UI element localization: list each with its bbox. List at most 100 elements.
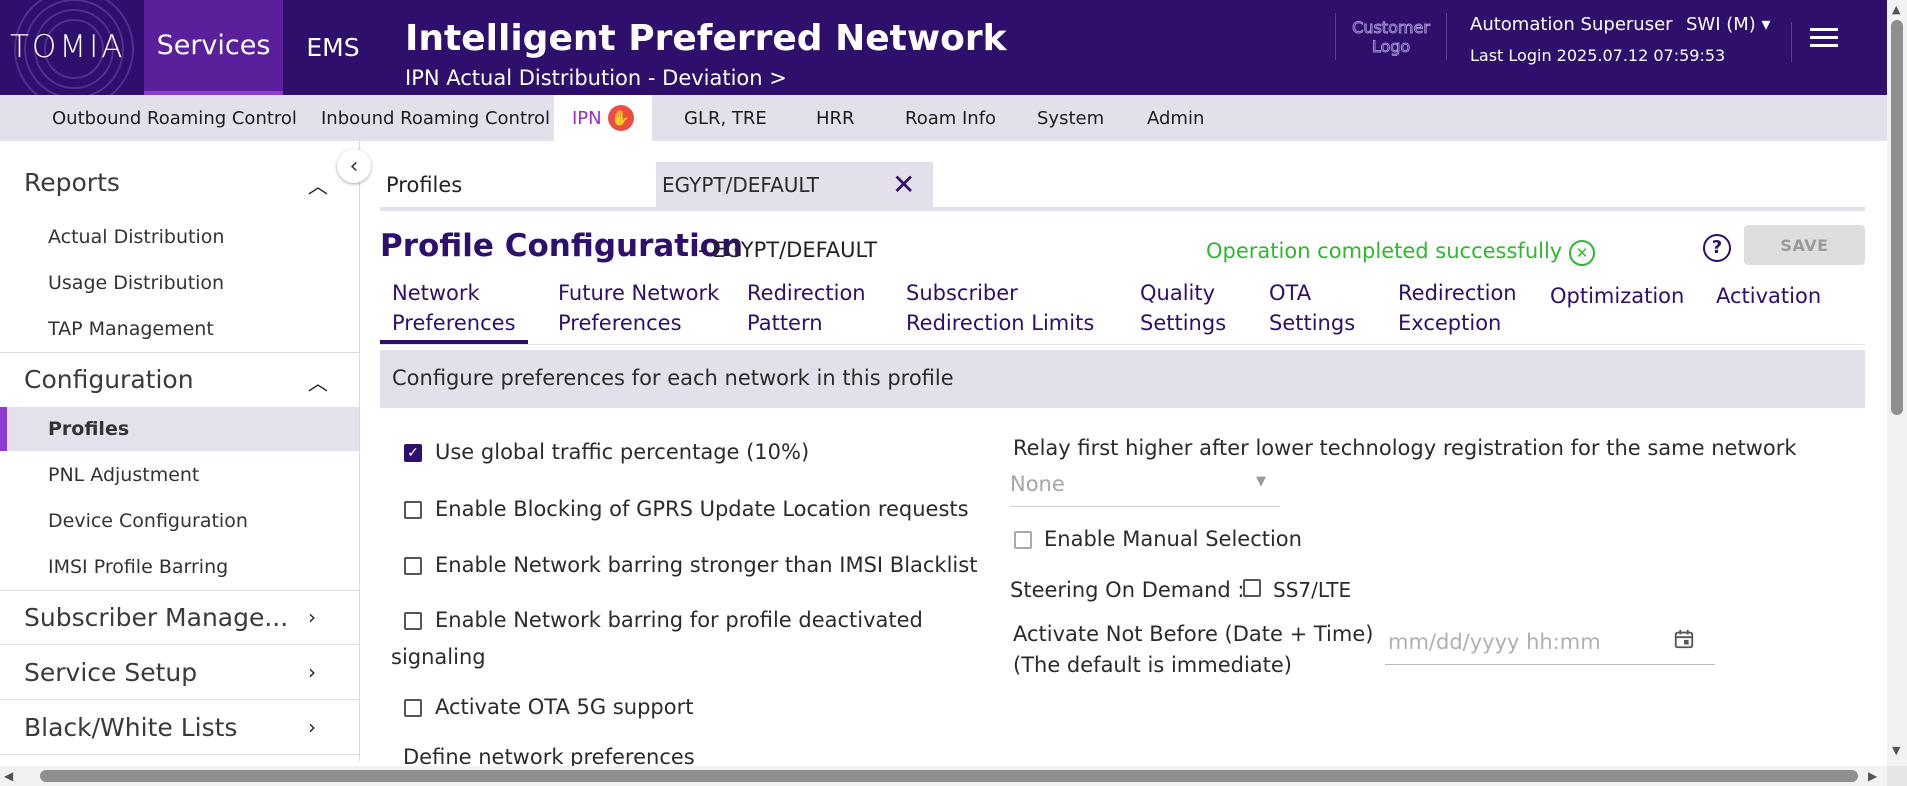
- activate-ota-5g-label: Activate OTA 5G support: [435, 695, 694, 719]
- nav-ems[interactable]: EMS: [283, 0, 383, 95]
- user-role-dropdown[interactable]: SWI (M) ▾: [1686, 14, 1771, 35]
- relay-technology-value: None: [1010, 472, 1065, 496]
- collapse-sidebar-button[interactable]: ‹: [337, 149, 371, 183]
- subtab-subscriber-redirection-limits[interactable]: Subscriber Redirection Limits: [906, 278, 1094, 338]
- caret-down-icon: ▼: [1256, 474, 1266, 489]
- date-placeholder: mm/dd/yyyy hh:mm: [1388, 630, 1601, 654]
- nav-services[interactable]: Services: [144, 0, 283, 95]
- scroll-right-arrow-icon[interactable]: ▶: [1868, 769, 1877, 783]
- hamburger-menu-icon[interactable]: [1810, 28, 1838, 52]
- section-header-text: Configure preferences for each network i…: [392, 366, 954, 390]
- subtab-network-preferences[interactable]: Network Preferences: [380, 278, 528, 344]
- sidebar-section-label: Subscriber Manage...: [24, 603, 289, 632]
- sidebar-item-label: Device Configuration: [48, 510, 248, 532]
- sidebar-item-label: Usage Distribution: [48, 272, 225, 294]
- use-global-traffic-checkbox[interactable]: ✓: [404, 444, 422, 462]
- breadcrumb: Profiles EGYPT/DEFAULT ✕: [380, 162, 1865, 211]
- relay-technology-select[interactable]: None ▼: [1010, 470, 1280, 507]
- tomia-logo[interactable]: TOMIA: [0, 0, 144, 95]
- define-network-preferences-label: Define network preferences: [403, 745, 695, 766]
- tab-ipn-label: IPN: [572, 107, 602, 129]
- tab-system[interactable]: System: [1037, 95, 1104, 141]
- scrollbar-corner: [1887, 766, 1907, 786]
- scroll-up-arrow-icon[interactable]: ▲: [1892, 3, 1900, 16]
- enable-network-barring-deactivated-label-wrap: signaling: [391, 645, 486, 669]
- vertical-scrollbar-thumb[interactable]: [1891, 20, 1903, 415]
- sidebar-item-tap-management[interactable]: TAP Management: [0, 307, 359, 351]
- steering-on-demand-label: Steering On Demand :: [1010, 578, 1245, 602]
- app-subtitle-link[interactable]: IPN Actual Distribution - Deviation >: [405, 66, 787, 90]
- logo-text: TOMIA: [10, 29, 126, 65]
- horizontal-scrollbar[interactable]: ◀ ▶: [0, 766, 1887, 786]
- enable-gprs-blocking-checkbox[interactable]: [404, 501, 422, 519]
- sidebar-section-service-setup[interactable]: Service Setup ›: [0, 646, 359, 699]
- dismiss-status-icon[interactable]: ✕: [1569, 240, 1595, 266]
- subtab-future-network-preferences[interactable]: Future Network Preferences: [558, 278, 719, 338]
- scroll-left-arrow-icon[interactable]: ◀: [4, 769, 13, 783]
- user-name: Automation Superuser: [1470, 14, 1673, 35]
- subtab-optimization[interactable]: Optimization: [1550, 281, 1684, 311]
- sidebar-section-label: Configuration: [24, 365, 194, 394]
- sidebar-section-reports[interactable]: Reports ︿: [0, 156, 359, 209]
- sidebar-item-profiles[interactable]: Profiles: [0, 407, 359, 451]
- header-divider: [1791, 22, 1792, 62]
- breadcrumb-profiles[interactable]: Profiles: [386, 173, 462, 197]
- breadcrumb-chip: EGYPT/DEFAULT ✕: [656, 162, 933, 207]
- sidebar: Reports ︿ Actual Distribution Usage Dist…: [0, 141, 360, 761]
- steering-ss7-lte-checkbox[interactable]: [1243, 579, 1261, 597]
- sidebar-item-actual-distribution[interactable]: Actual Distribution: [0, 215, 359, 259]
- tab-outbound-roaming-control[interactable]: Outbound Roaming Control: [52, 95, 297, 141]
- sidebar-item-pnl-adjustment[interactable]: PNL Adjustment: [0, 453, 359, 497]
- sidebar-section-label: Black/White Lists: [24, 713, 238, 742]
- steering-ss7-lte-label: SS7/LTE: [1273, 578, 1352, 602]
- relay-first-higher-label: Relay first higher after lower technolog…: [1013, 436, 1797, 460]
- vertical-scrollbar[interactable]: ▲ ▼: [1887, 0, 1907, 766]
- subtab-quality-settings[interactable]: Quality Settings: [1140, 278, 1226, 338]
- top-header: TOMIA Services EMS Intelligent Preferred…: [0, 0, 1887, 95]
- enable-network-barring-stronger-checkbox[interactable]: [404, 557, 422, 575]
- tab-admin[interactable]: Admin: [1147, 95, 1204, 141]
- activate-ota-5g-checkbox[interactable]: [404, 699, 422, 717]
- tab-glr-tre[interactable]: GLR, TRE: [684, 95, 767, 141]
- help-icon[interactable]: ?: [1703, 234, 1731, 262]
- enable-manual-selection-label: Enable Manual Selection: [1044, 527, 1302, 551]
- sidebar-item-imsi-profile-barring[interactable]: IMSI Profile Barring: [0, 545, 359, 589]
- subtab-redirection-pattern[interactable]: Redirection Pattern: [747, 278, 866, 338]
- sidebar-divider: [0, 699, 359, 700]
- horizontal-scrollbar-thumb[interactable]: [40, 770, 1858, 782]
- subtab-redirection-exception[interactable]: Redirection Exception: [1398, 278, 1517, 338]
- sidebar-section-configuration[interactable]: Configuration ︿: [0, 353, 359, 406]
- sidebar-item-usage-distribution[interactable]: Usage Distribution: [0, 261, 359, 305]
- sidebar-section-label: Service Setup: [24, 658, 198, 687]
- breadcrumb-chip-label: EGYPT/DEFAULT: [662, 173, 820, 197]
- subtab-ota-settings[interactable]: OTA Settings: [1269, 278, 1355, 338]
- tab-hrr[interactable]: HRR: [816, 95, 855, 141]
- close-icon[interactable]: ✕: [892, 168, 915, 201]
- enable-gprs-blocking-label: Enable Blocking of GPRS Update Location …: [435, 497, 969, 521]
- sidebar-item-label: TAP Management: [48, 318, 214, 340]
- scroll-down-arrow-icon[interactable]: ▼: [1892, 744, 1900, 757]
- subtab-activation[interactable]: Activation: [1716, 281, 1821, 311]
- sidebar-section-subscriber-management[interactable]: Subscriber Manage... ›: [0, 591, 359, 644]
- tab-ipn[interactable]: IPN ✋: [554, 95, 652, 141]
- calendar-icon[interactable]: [1673, 628, 1695, 650]
- enable-network-barring-stronger-label: Enable Network barring stronger than IMS…: [435, 553, 978, 577]
- chevron-up-icon: ︿: [308, 174, 328, 198]
- tab-inbound-roaming-control[interactable]: Inbound Roaming Control: [321, 95, 550, 141]
- enable-manual-selection-checkbox[interactable]: [1014, 531, 1032, 549]
- tab-roam-info[interactable]: Roam Info: [905, 95, 996, 141]
- activate-date-input[interactable]: mm/dd/yyyy hh:mm: [1385, 620, 1715, 665]
- section-header: Configure preferences for each network i…: [380, 350, 1865, 408]
- app-title: Intelligent Preferred Network: [405, 18, 1007, 59]
- sidebar-section-black-white-lists[interactable]: Black/White Lists ›: [0, 701, 359, 754]
- page-title: Profile Configuration: [380, 228, 744, 264]
- save-button[interactable]: SAVE: [1744, 225, 1865, 265]
- sidebar-divider: [0, 644, 359, 645]
- sidebar-item-label: PNL Adjustment: [48, 464, 200, 486]
- last-login: Last Login 2025.07.12 07:59:53: [1470, 46, 1726, 65]
- sidebar-item-device-configuration[interactable]: Device Configuration: [0, 499, 359, 543]
- customer-logo: Customer Logo: [1335, 13, 1447, 60]
- chevron-up-icon: ︿: [308, 371, 328, 395]
- activate-not-before-label: Activate Not Before (Date + Time): [1013, 622, 1374, 646]
- enable-network-barring-deactivated-checkbox[interactable]: [404, 612, 422, 630]
